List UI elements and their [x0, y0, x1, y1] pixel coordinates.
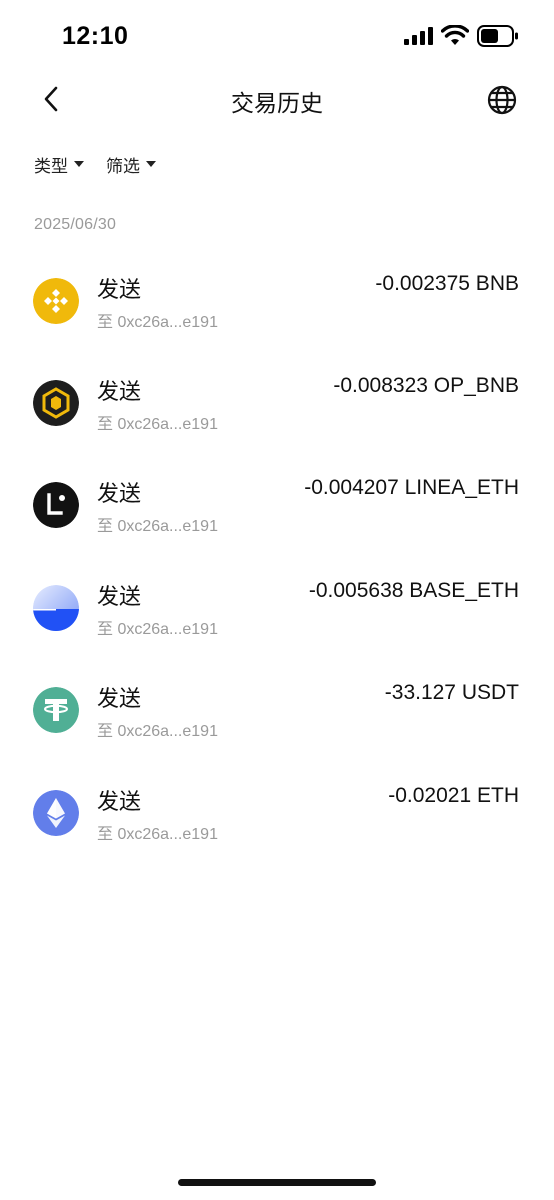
filter-bar: 类型 筛选 — [34, 151, 156, 177]
opbnb-icon — [33, 380, 79, 426]
transaction-amount: -0.008323 OP_BNB — [333, 374, 519, 397]
transaction-row[interactable]: 发送 至 0xc26a...e191 -0.02021 ETH — [0, 764, 554, 860]
transaction-recipient: 至 0xc26a...e191 — [97, 826, 218, 843]
transaction-type: 发送 — [97, 789, 142, 814]
transaction-type: 发送 — [97, 481, 142, 506]
filter-dropdown[interactable]: 筛选 — [106, 151, 156, 177]
type-filter-dropdown[interactable]: 类型 — [34, 151, 84, 177]
status-bar: 12:10 — [0, 0, 554, 70]
transaction-amount: -0.005638 BASE_ETH — [308, 579, 519, 602]
transaction-amount: -33.127 USDT — [384, 681, 519, 704]
transaction-amount: -0.004207 LINEA_ETH — [304, 476, 519, 499]
status-time: 12:10 — [62, 22, 129, 50]
transaction-type: 发送 — [97, 584, 142, 609]
usdt-icon — [33, 687, 79, 733]
globe-icon — [487, 85, 517, 115]
transaction-type: 发送 — [97, 686, 142, 711]
transaction-row[interactable]: 发送 至 0xc26a...e191 -0.002375 BNB — [0, 252, 554, 348]
transaction-type: 发送 — [97, 277, 142, 302]
transaction-recipient: 至 0xc26a...e191 — [97, 518, 218, 535]
transaction-recipient: 至 0xc26a...e191 — [97, 621, 218, 638]
transaction-recipient: 至 0xc26a...e191 — [97, 314, 218, 331]
transaction-row[interactable]: 发送 至 0xc26a...e191 -33.127 USDT — [0, 661, 554, 757]
filter-label: 筛选 — [106, 156, 140, 176]
transaction-recipient: 至 0xc26a...e191 — [97, 723, 218, 740]
transaction-amount: -0.02021 ETH — [388, 784, 519, 807]
transaction-amount: -0.002375 BNB — [375, 272, 519, 295]
transaction-history-screen: 12:10 交易历史 类型 筛选 2025/06/30 发送 至 0xc26a.… — [0, 0, 554, 1200]
bnb-icon — [33, 278, 79, 324]
type-filter-label: 类型 — [34, 156, 68, 176]
battery-icon — [477, 25, 518, 47]
linea-icon — [33, 482, 79, 528]
wifi-icon — [441, 25, 469, 45]
transaction-row[interactable]: 发送 至 0xc26a...e191 -0.005638 BASE_ETH — [0, 559, 554, 655]
cellular-signal-icon — [404, 27, 433, 45]
transaction-row[interactable]: 发送 至 0xc26a...e191 -0.008323 OP_BNB — [0, 354, 554, 450]
language-button[interactable] — [484, 82, 520, 118]
eth-icon — [33, 790, 79, 836]
home-indicator[interactable] — [178, 1179, 376, 1186]
caret-down-icon — [74, 161, 84, 167]
page-title: 交易历史 — [231, 90, 323, 116]
nav-header: 交易历史 — [0, 72, 554, 126]
transaction-row[interactable]: 发送 至 0xc26a...e191 -0.004207 LINEA_ETH — [0, 456, 554, 552]
base-icon — [33, 585, 79, 631]
caret-down-icon — [146, 161, 156, 167]
transaction-type: 发送 — [97, 379, 142, 404]
date-group-header: 2025/06/30 — [34, 216, 117, 233]
transaction-recipient: 至 0xc26a...e191 — [97, 416, 218, 433]
